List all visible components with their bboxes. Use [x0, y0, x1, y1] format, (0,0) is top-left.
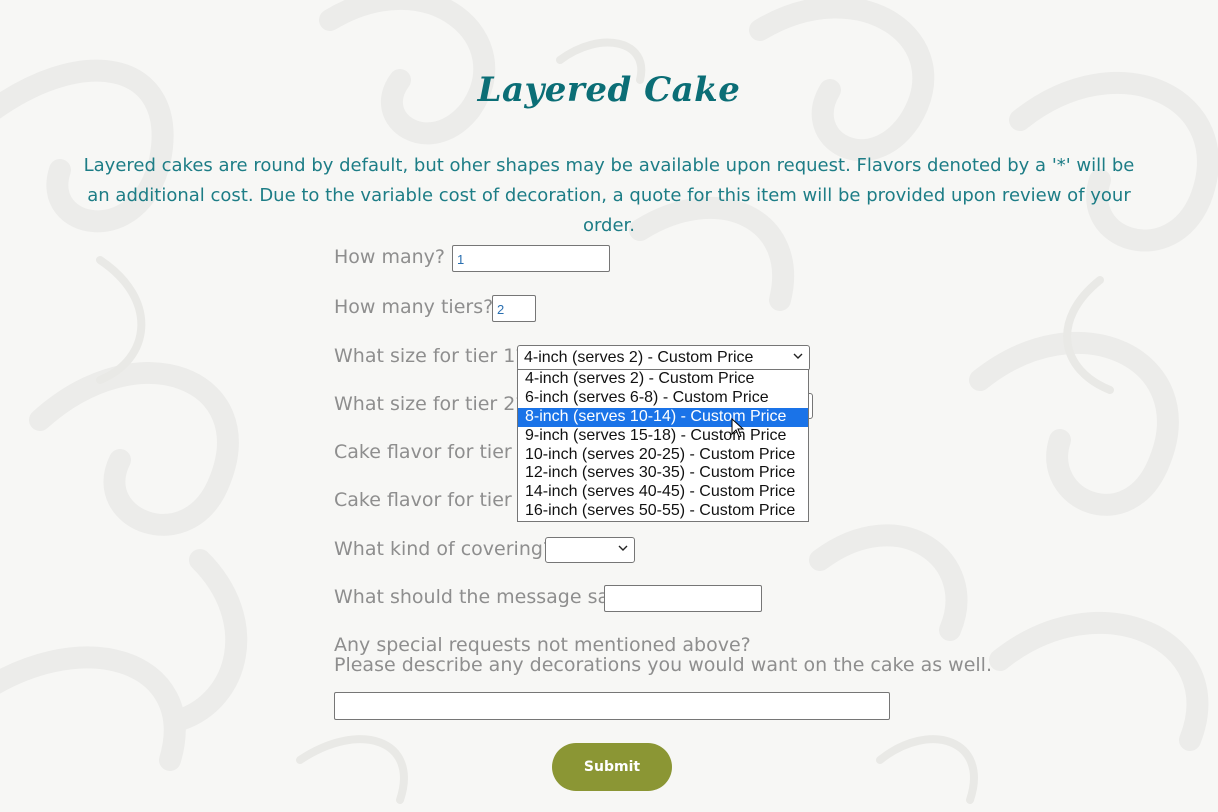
tiers-input[interactable]: 2	[492, 295, 536, 322]
message-label: What should the message say?	[334, 586, 631, 608]
submit-button[interactable]: Submit	[552, 743, 672, 791]
covering-label: What kind of covering?	[334, 538, 554, 560]
size-option[interactable]: 10-inch (serves 20-25) - Custom Price	[518, 446, 808, 465]
intro-text: Layered cakes are round by default, but …	[83, 155, 1135, 236]
special-requests-input[interactable]	[334, 692, 890, 720]
chevron-down-icon	[793, 351, 803, 361]
chevron-down-icon	[618, 543, 628, 553]
size-option[interactable]: 9-inch (serves 15-18) - Custom Price	[518, 427, 808, 446]
flavor2-label: Cake flavor for tier 2:	[334, 489, 537, 511]
mouse-cursor-icon	[731, 418, 745, 438]
tiers-label: How many tiers?	[334, 296, 494, 318]
covering-select[interactable]	[545, 537, 635, 563]
tier1-size-select[interactable]: 4-inch (serves 2) - Custom Price	[517, 345, 810, 371]
flavor1-label: Cake flavor for tier 1:	[334, 441, 537, 463]
tier2-size-label: What size for tier 2?	[334, 393, 526, 415]
tier1-size-label: What size for tier 1?	[334, 345, 526, 367]
how-many-input[interactable]: 1	[452, 245, 610, 272]
how-many-label: How many?	[334, 246, 446, 268]
size-option[interactable]: 4-inch (serves 2) - Custom Price	[518, 370, 808, 389]
cake-order-form-page: Layered Cake Layered cakes are round by …	[0, 0, 1218, 812]
tier1-size-selected-value: 4-inch (serves 2) - Custom Price	[524, 349, 754, 366]
page-title: Layered Cake	[477, 70, 741, 110]
tier1-size-dropdown-list[interactable]: 4-inch (serves 2) - Custom Price 6-inch …	[517, 369, 809, 522]
size-option[interactable]: 12-inch (serves 30-35) - Custom Price	[518, 464, 808, 483]
special-requests-label-line1: Any special requests not mentioned above…	[334, 634, 751, 656]
special-requests-label-line2: Please describe any decorations you woul…	[334, 654, 992, 676]
size-option[interactable]: 16-inch (serves 50-55) - Custom Price	[518, 502, 808, 521]
size-option[interactable]: 14-inch (serves 40-45) - Custom Price	[518, 483, 808, 502]
size-option-highlighted[interactable]: 8-inch (serves 10-14) - Custom Price	[518, 407, 808, 427]
size-option[interactable]: 6-inch (serves 6-8) - Custom Price	[518, 389, 808, 408]
message-input[interactable]	[604, 585, 762, 612]
